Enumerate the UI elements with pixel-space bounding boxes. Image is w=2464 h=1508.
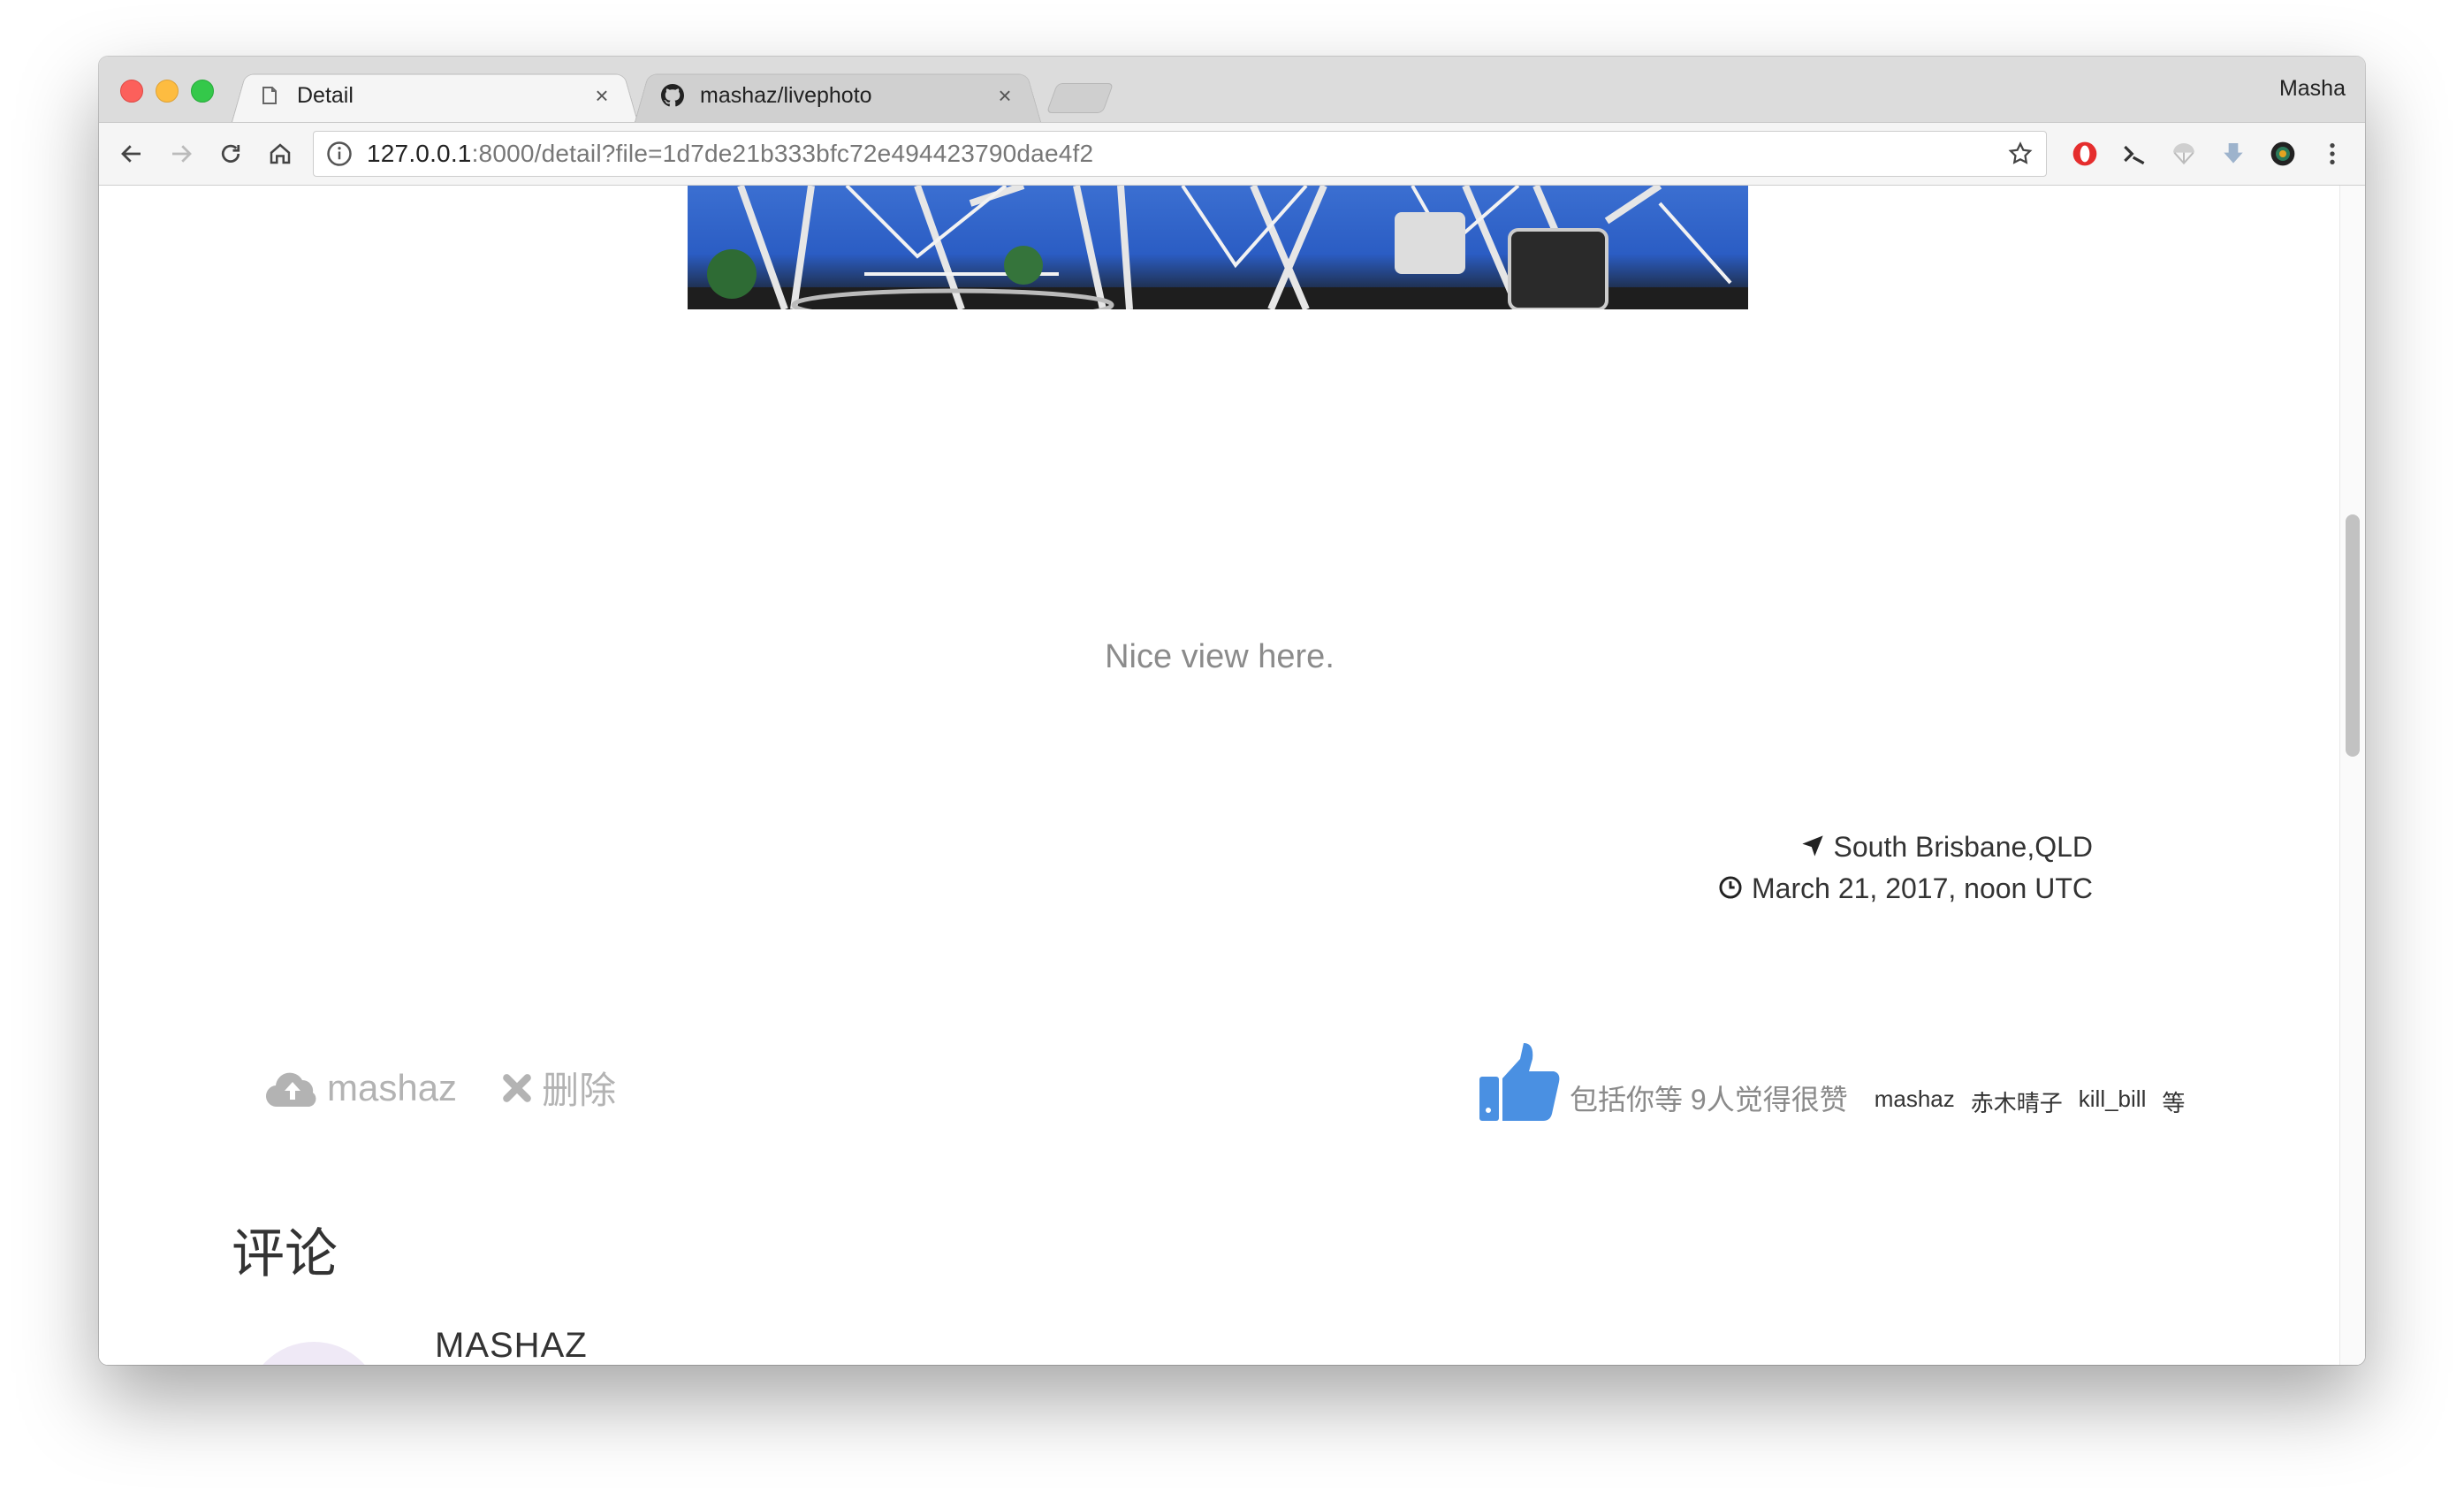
close-window-button[interactable] <box>120 80 143 103</box>
location-text: South Brisbane,QLD <box>1833 831 2094 863</box>
forward-icon[interactable] <box>161 133 202 174</box>
thumbs-up-icon[interactable] <box>1478 1043 1561 1127</box>
wrench-icon[interactable] <box>2118 137 2151 171</box>
date-text: March 21, 2017, noon UTC <box>1752 872 2093 904</box>
tab-strip: Detail × mashaz/livephoto × Masha <box>99 57 2365 123</box>
info-icon[interactable] <box>326 141 353 167</box>
tab-detail[interactable]: Detail × <box>232 69 638 122</box>
menu-dots-icon[interactable] <box>2316 137 2349 171</box>
download-icon[interactable] <box>2217 137 2250 171</box>
clock-icon <box>1718 874 1743 907</box>
tab-close-icon[interactable]: × <box>993 82 1016 110</box>
tab-label: mashaz/livephoto <box>700 82 872 108</box>
tab-label: Detail <box>297 82 354 108</box>
like-user-link[interactable]: mashaz <box>1875 1085 1955 1118</box>
location-arrow-icon <box>1800 833 1825 865</box>
zoom-window-button[interactable] <box>191 80 214 103</box>
likes-summary: 包括你等 9人觉得很赞 <box>1570 1084 1848 1116</box>
like-more-link[interactable]: 等 <box>2162 1085 2185 1118</box>
live-photo-image <box>688 186 1748 309</box>
upload-user-link[interactable]: mashaz <box>265 1067 457 1109</box>
delete-button[interactable]: 删除 <box>499 1061 616 1115</box>
page-content: Nice view here. South Brisbane,QLD March… <box>99 186 2365 1365</box>
delete-label: 删除 <box>542 1070 617 1111</box>
browser-window: Detail × mashaz/livephoto × Masha 127.0.… <box>99 57 2365 1365</box>
new-tab-button[interactable] <box>1046 83 1114 113</box>
avatar <box>246 1342 382 1365</box>
browser-toolbar: 127.0.0.1:8000/detail?file=1d7de21b333bf… <box>99 123 2365 186</box>
opera-icon[interactable] <box>2068 137 2102 171</box>
like-user-link[interactable]: kill_bill <box>2079 1085 2147 1118</box>
minimize-window-button[interactable] <box>156 80 179 103</box>
profile-name[interactable]: Masha <box>2279 76 2346 102</box>
tab-github[interactable]: mashaz/livephoto × <box>635 69 1041 122</box>
back-icon[interactable] <box>111 133 152 174</box>
scrollbar[interactable] <box>2339 186 2365 1365</box>
tab-close-icon[interactable]: × <box>590 82 613 110</box>
github-icon <box>661 84 684 107</box>
comments-heading: 评论 <box>232 1224 338 1283</box>
photo-caption: Nice view here. <box>1105 638 1335 675</box>
like-user-link[interactable]: 赤木晴子 <box>1971 1085 2063 1118</box>
photo-date: March 21, 2017, noon UTC <box>1386 872 2093 907</box>
reload-icon[interactable] <box>210 133 251 174</box>
upload-user-label: mashaz <box>327 1066 458 1108</box>
photo-actions: mashaz 删除 <box>265 1061 658 1115</box>
address-bar[interactable]: 127.0.0.1:8000/detail?file=1d7de21b333bf… <box>313 131 2047 177</box>
photo-location: South Brisbane,QLD <box>1386 831 2093 865</box>
home-icon[interactable] <box>260 133 300 174</box>
camera-lens-icon[interactable] <box>2266 137 2300 171</box>
url-text: 127.0.0.1:8000/detail?file=1d7de21b333bf… <box>367 140 1094 167</box>
likes-section: 包括你等 9人觉得很赞 mashaz 赤木晴子 kill_bill 等 <box>1478 1043 2201 1127</box>
scrollbar-thumb[interactable] <box>2346 514 2360 757</box>
comment-username[interactable]: MASHAZ <box>435 1326 588 1365</box>
parachute-icon[interactable] <box>2167 137 2201 171</box>
close-icon <box>499 1070 535 1106</box>
cloud-upload-icon <box>265 1068 320 1108</box>
bookmark-star-icon[interactable] <box>2007 141 2034 171</box>
page-icon <box>258 84 281 107</box>
like-users-list: mashaz 赤木晴子 kill_bill 等 <box>1875 1085 2202 1118</box>
